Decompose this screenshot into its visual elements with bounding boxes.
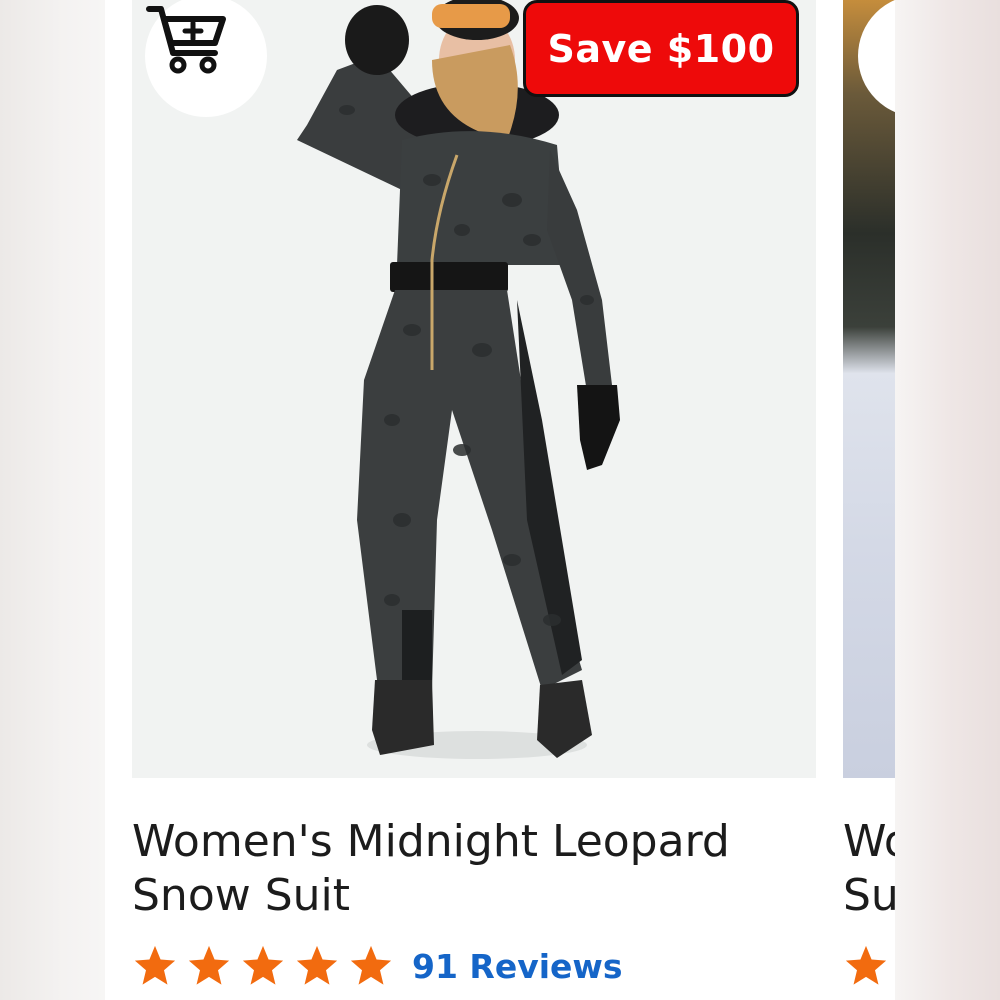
product-card[interactable]: Save $100 Women's Midnight Leopard Snow …: [132, 0, 816, 1000]
next-product-card[interactable]: Wo Su: [843, 0, 895, 1000]
star-icon: [296, 945, 338, 985]
star-rating: [132, 943, 394, 989]
cart-plus-icon: [146, 6, 226, 74]
discount-badge: Save $100: [523, 0, 799, 97]
next-add-to-cart-button[interactable]: [858, 0, 895, 117]
snowsuit-photo: [297, 0, 620, 759]
product-title[interactable]: Women's Midnight Leopard Snow Suit: [132, 815, 816, 923]
star-icon: [350, 945, 392, 985]
background-blur-left: [0, 0, 105, 1000]
star-icon: [188, 945, 230, 985]
next-product-image[interactable]: [843, 0, 895, 778]
rating-row: 91 Reviews: [132, 940, 623, 992]
product-image[interactable]: Save $100: [132, 0, 816, 778]
reviews-link[interactable]: 91 Reviews: [412, 947, 623, 986]
product-carousel: Save $100 Women's Midnight Leopard Snow …: [105, 0, 895, 1000]
next-product-title[interactable]: Wo Su: [843, 815, 895, 923]
add-to-cart-button[interactable]: [145, 0, 267, 117]
background-blur-right: [895, 0, 1000, 1000]
star-icon: [242, 945, 284, 985]
star-icon: [134, 945, 176, 985]
star-icon: [845, 945, 887, 985]
